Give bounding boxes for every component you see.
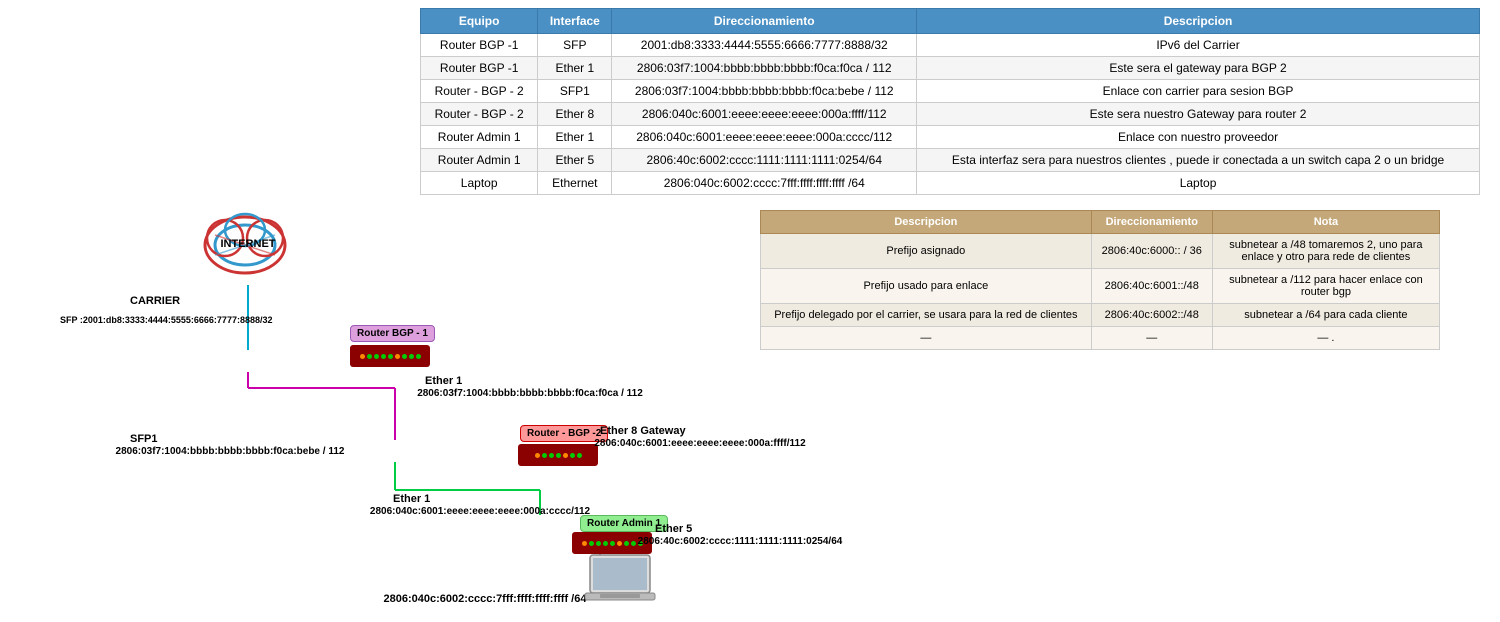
table-cell-equipo: Router - BGP - 2 [421, 80, 538, 103]
table-row: Router - BGP - 2Ether 82806:040c:6001:ee… [421, 103, 1480, 126]
router-bgp1-device [350, 345, 430, 367]
sfp1-label: SFP1 [130, 433, 158, 445]
table-cell-descripcion: Enlace con carrier para sesion BGP [917, 80, 1480, 103]
sec-table-cell-descripcion: Prefijo usado para enlace [761, 269, 1092, 304]
sec-table-cell-direccionamiento: 2806:40c:6002::/48 [1091, 304, 1212, 327]
table-cell-direccionamiento: 2806:03f7:1004:bbbb:bbbb:bbbb:f0ca:bebe … [612, 80, 917, 103]
table-cell-descripcion: Este sera el gateway para BGP 2 [917, 57, 1480, 80]
table-cell-descripcion: Enlace con nuestro proveedor [917, 126, 1480, 149]
sec-table-cell-nota: subnetear a /112 para hacer enlace con r… [1212, 269, 1439, 304]
table-cell-equipo: Router BGP -1 [421, 57, 538, 80]
router-bgp1-label: Router BGP - 1 [350, 325, 435, 342]
sec-table-cell-direccionamiento: 2806:40c:6000:: / 36 [1091, 234, 1212, 269]
sec-table-cell-direccionamiento: 2806:40c:6001::/48 [1091, 269, 1212, 304]
table-cell-interface: SFP [538, 34, 612, 57]
table-cell-descripcion: Este sera nuestro Gateway para router 2 [917, 103, 1480, 126]
table-row: Prefijo usado para enlace2806:40c:6001::… [761, 269, 1440, 304]
sec-col-header-dir: Direccionamiento [1091, 211, 1212, 234]
table-cell-interface: Ether 1 [538, 57, 612, 80]
ether1-bgp-ip: 2806:03f7:1004:bbbb:bbbb:bbbb:f0ca:f0ca … [390, 388, 670, 399]
table-row: Prefijo asignado2806:40c:6000:: / 36subn… [761, 234, 1440, 269]
sec-table-cell-nota: subnetear a /64 para cada cliente [1212, 304, 1439, 327]
sec-col-header-nota: Nota [1212, 211, 1439, 234]
secondary-table: Descripcion Direccionamiento Nota Prefij… [760, 210, 1440, 350]
sec-col-header-desc: Descripcion [761, 211, 1092, 234]
ether8-ip: 2806:040c:6001:eeee:eeee:eeee:000a:ffff/… [575, 438, 825, 449]
sec-table-cell-direccionamiento: — [1091, 327, 1212, 350]
table-cell-descripcion: IPv6 del Carrier [917, 34, 1480, 57]
table-cell-interface: Ether 8 [538, 103, 612, 126]
ether1-admin-ip: 2806:040c:6001:eeee:eeee:eeee:000a:cccc/… [340, 506, 620, 517]
diagram-section: INTERNET CARRIER SFP :2001:db8:3333:4444… [0, 130, 770, 620]
table-cell-direccionamiento: 2001:db8:3333:4444:5555:6666:7777:8888/3… [612, 34, 917, 57]
table-row: ——— . [761, 327, 1440, 350]
table-row: Router - BGP - 2SFP12806:03f7:1004:bbbb:… [421, 80, 1480, 103]
sfp1-ip: 2806:03f7:1004:bbbb:bbbb:bbbb:f0ca:bebe … [90, 446, 370, 457]
table-cell-direccionamiento: 2806:03f7:1004:bbbb:bbbb:bbbb:f0ca:f0ca … [612, 57, 917, 80]
ether5-ip: 2806:40c:6002:cccc:1111:1111:1111:0254/6… [610, 536, 870, 547]
table-cell-interface: SFP1 [538, 80, 612, 103]
table-cell-equipo: Router - BGP - 2 [421, 103, 538, 126]
laptop-image [580, 550, 660, 610]
table-cell-equipo: Router BGP -1 [421, 34, 538, 57]
sec-table-cell-descripcion: Prefijo asignado [761, 234, 1092, 269]
internet-label: INTERNET [213, 238, 283, 250]
sec-table-cell-descripcion: — [761, 327, 1092, 350]
sec-table-cell-nota: subnetear a /48 tomaremos 2, uno para en… [1212, 234, 1439, 269]
carrier-label: CARRIER [130, 295, 180, 307]
sec-table-cell-nota: — . [1212, 327, 1439, 350]
col-header-descripcion: Descripcion [917, 9, 1480, 34]
sec-table-cell-descripcion: Prefijo delegado por el carrier, se usar… [761, 304, 1092, 327]
table-row: Prefijo delegado por el carrier, se usar… [761, 304, 1440, 327]
ether8-label: Ether 8 Gateway [600, 425, 686, 437]
table-row: Router BGP -1Ether 12806:03f7:1004:bbbb:… [421, 57, 1480, 80]
col-header-direccionamiento: Direccionamiento [612, 9, 917, 34]
col-header-interface: Interface [538, 9, 612, 34]
ether5-label: Ether 5 [655, 523, 692, 535]
ether1-bgp-label: Ether 1 [425, 375, 462, 387]
col-header-equipo: Equipo [421, 9, 538, 34]
table-row: Router BGP -1SFP2001:db8:3333:4444:5555:… [421, 34, 1480, 57]
carrier-sfp-label: SFP :2001:db8:3333:4444:5555:6666:7777:8… [60, 315, 350, 325]
secondary-table-section: Descripcion Direccionamiento Nota Prefij… [760, 210, 1440, 350]
table-cell-descripcion: Laptop [917, 172, 1480, 195]
table-cell-direccionamiento: 2806:040c:6001:eeee:eeee:eeee:000a:ffff/… [612, 103, 917, 126]
table-cell-descripcion: Esta interfaz sera para nuestros cliente… [917, 149, 1480, 172]
ether1-admin-label: Ether 1 [393, 493, 430, 505]
